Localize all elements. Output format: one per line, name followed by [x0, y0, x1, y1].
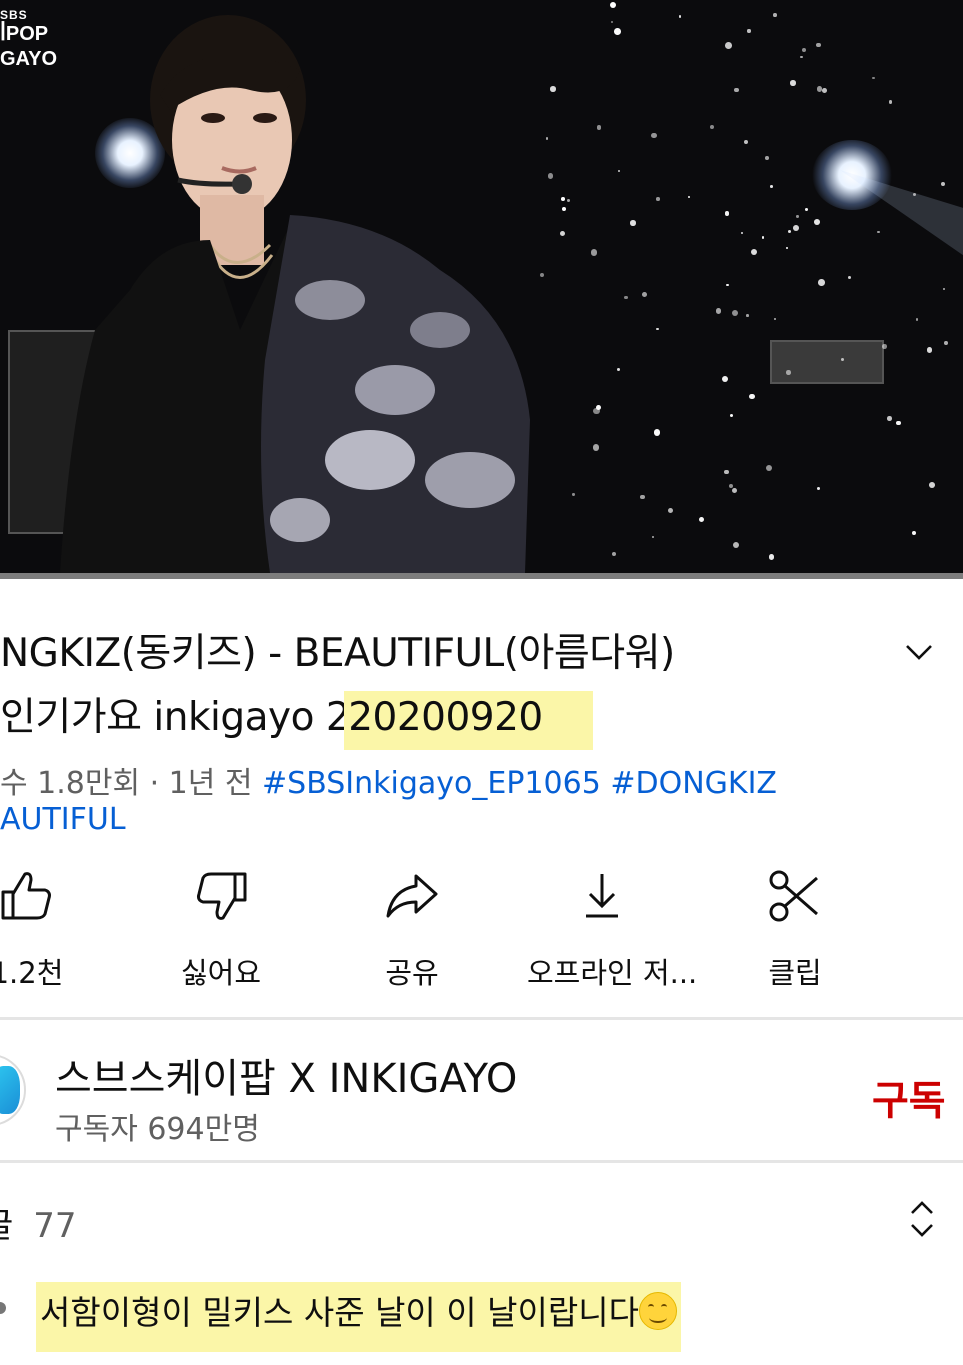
top-comment-text-wrapper: 서함이형이 밀키스 사준 날이 이 날이랍니다 — [36, 1282, 681, 1352]
video-meta: 수 1.8만회 · 1년 전 #SBSInkigayo_EP1065 #DONG… — [0, 758, 777, 802]
share-icon — [386, 874, 438, 918]
performer-image — [60, 15, 530, 573]
share-label: 공유 — [385, 956, 439, 990]
video-title-line2[interactable]: 인기가요 inkigayo 220200920 — [0, 686, 593, 750]
channel-avatar[interactable] — [0, 1054, 26, 1126]
subscriber-count: 구독자 694만명 — [55, 1112, 260, 1147]
title-date-highlight: 20200920 — [344, 691, 593, 750]
watermark-text-1: SBS — [0, 8, 28, 22]
save-button[interactable]: 저 — [912, 866, 963, 992]
clip-label: 클립 — [768, 956, 822, 990]
dislike-label: 싫어요 — [180, 956, 262, 990]
meta-separator: · — [140, 766, 169, 801]
watermark-text-2: ꟾPOP — [0, 23, 49, 45]
chevron-down-icon[interactable] — [904, 638, 934, 666]
divider-top — [0, 1017, 963, 1020]
save-icon — [957, 866, 963, 926]
scissors-icon — [769, 870, 818, 922]
expand-icon[interactable] — [906, 1198, 938, 1240]
title-prefix: 인기가요 inkigayo 2 — [0, 695, 351, 740]
comments-count: 77 — [33, 1206, 77, 1246]
smiling-emoji-icon — [638, 1292, 677, 1330]
commenter-avatar — [0, 1302, 6, 1314]
upload-age: 1년 전 — [168, 766, 253, 801]
thumbs-up-icon — [1, 872, 51, 920]
share-button[interactable]: 공유 — [337, 866, 487, 992]
hashtag-episode[interactable]: #SBSInkigayo_EP1065 — [262, 766, 601, 801]
download-button[interactable]: 오프라인 저... — [527, 866, 698, 992]
hashtag-dongkiz[interactable]: #DONGKIZ — [610, 766, 777, 801]
clip-button[interactable]: 클립 — [720, 866, 870, 992]
subscribe-button[interactable]: 구독 — [872, 1068, 946, 1126]
video-player[interactable]: SBS ꟾPOP GAYO — [0, 0, 963, 573]
top-comment-text: 서함이형이 밀키스 사준 날이 이 날이랍니다 — [40, 1293, 639, 1332]
dislike-button[interactable]: 싫어요 — [146, 866, 296, 992]
comments-header[interactable]: 글 77 — [0, 1198, 77, 1247]
watermark-text-3: GAYO — [0, 48, 58, 70]
video-progress-bar[interactable] — [0, 573, 963, 579]
like-count: 1.2천 — [0, 956, 64, 990]
download-icon — [586, 874, 618, 918]
comments-label: 글 — [0, 1206, 13, 1246]
video-title-line1[interactable]: NGKIZ(동키즈) - BEAUTIFUL(아름다워) — [0, 622, 675, 678]
channel-name[interactable]: 스브스케이팝 X INKIGAYO — [55, 1046, 517, 1104]
save-label: 저 — [912, 950, 963, 992]
download-label: 오프라인 저... — [527, 956, 698, 990]
top-comment[interactable]: 서함이형이 밀키스 사준 날이 이 날이랍니다 — [0, 1276, 963, 1352]
hashtag-beautiful[interactable]: AUTIFUL — [0, 802, 126, 837]
view-count: 수 1.8만회 — [0, 766, 141, 801]
thumbs-down-icon — [197, 872, 247, 920]
like-button[interactable]: 1.2천 — [0, 866, 102, 992]
divider-bottom — [0, 1160, 963, 1163]
